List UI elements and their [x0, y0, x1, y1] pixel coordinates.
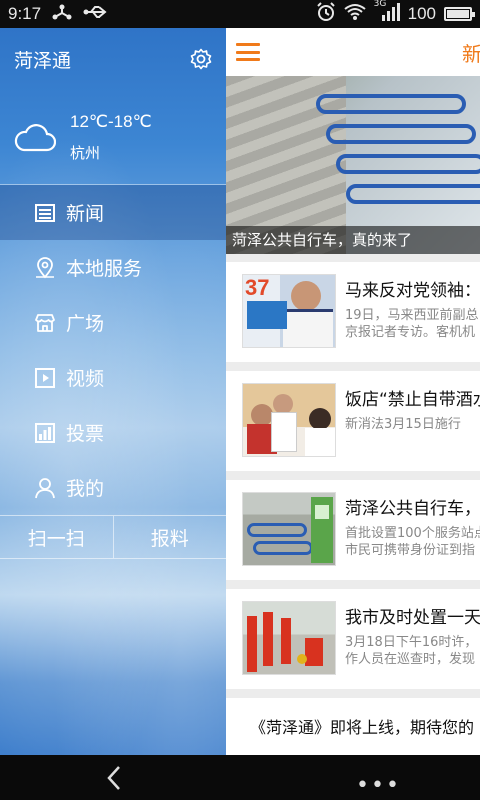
wifi-icon	[344, 3, 366, 26]
bar-chart-icon	[34, 422, 56, 444]
hero-caption: 菏泽公共自行车，真的来了	[226, 226, 480, 254]
menu-item-video[interactable]: 视频	[0, 350, 226, 405]
top-bar: 新闻	[226, 28, 480, 76]
more-icon[interactable]: •••	[356, 773, 401, 798]
share-icon	[51, 3, 73, 26]
page-title: 新闻	[462, 41, 480, 66]
navigation-drawer: 菏泽通 12℃-18℃ 杭州 新闻 本地服务 广场 视频 投票 我的 扫一扫 报…	[0, 28, 226, 755]
bike-shape	[336, 154, 480, 174]
drawer-actions: 扫一扫 报料	[0, 515, 226, 559]
menu-item-square[interactable]: 广场	[0, 295, 226, 350]
news-thumbnail	[242, 383, 336, 457]
menu-item-mine[interactable]: 我的	[0, 460, 226, 515]
news-title: 菏泽公共自行车，	[345, 499, 480, 519]
user-icon	[34, 477, 56, 499]
bike-shape	[326, 124, 476, 144]
drawer-menu: 新闻 本地服务 广场 视频 投票 我的	[0, 184, 226, 515]
menu-item-label: 视频	[66, 368, 105, 390]
battery-fill	[447, 10, 469, 18]
list-item[interactable]: 37 马来反对党领袖： 19日，马来西亚前副总 京报记者专访。客机机	[226, 262, 480, 362]
list-item[interactable]: 饭店“禁止自带酒水 新消法3月15日施行	[226, 371, 480, 471]
app-name: 菏泽通	[14, 49, 72, 72]
battery-percent: 100	[407, 4, 436, 23]
gear-icon[interactable]	[190, 48, 212, 70]
menu-item-label: 本地服务	[66, 258, 143, 280]
menu-item-news[interactable]: 新闻	[0, 185, 226, 240]
alarm-icon	[316, 1, 336, 27]
news-summary: 京报记者专访。客机机	[345, 325, 476, 340]
list-item[interactable]: 菏泽公共自行车， 首批设置100个服务站点 市民可携带身份证到指	[226, 480, 480, 580]
news-thumbnail: 37	[242, 274, 336, 348]
status-time: 9:17	[8, 4, 42, 23]
news-title: 饭店“禁止自带酒水	[345, 390, 480, 410]
news-summary: 市民可携带身份证到指	[345, 543, 476, 558]
network-type: 3G	[373, 0, 387, 9]
news-thumbnail	[242, 492, 336, 566]
menu-item-vote[interactable]: 投票	[0, 405, 226, 460]
back-icon[interactable]	[104, 765, 124, 791]
cloud-icon	[14, 122, 57, 152]
weather-city: 杭州	[70, 143, 101, 162]
bike-shape	[316, 94, 466, 114]
list-item[interactable]: 我市及时处置一天 3月18日下午16时许， 作人员在巡查时，发现	[226, 589, 480, 689]
report-button[interactable]: 报料	[114, 516, 227, 558]
news-icon	[34, 202, 56, 224]
news-summary: 首批设置100个服务站点	[345, 526, 480, 541]
system-nav-bar: •••	[0, 755, 480, 800]
news-summary: 19日，马来西亚前副总	[345, 308, 479, 323]
news-summary: 作人员在巡查时，发现	[345, 652, 476, 667]
status-bar: 9:17 3G 100	[0, 0, 480, 28]
news-thumbnail	[242, 601, 336, 675]
news-content: 新闻 菏泽公共自行车，真的来了 37 马来反对党领袖： 19日，马来西亚前副总 …	[226, 28, 480, 755]
hero-banner[interactable]: 菏泽公共自行车，真的来了	[226, 76, 480, 254]
weather-widget[interactable]: 12℃-18℃ 杭州	[0, 90, 226, 184]
battery-icon	[444, 7, 475, 21]
menu-item-label: 我的	[66, 478, 105, 500]
news-summary: 3月18日下午16时许，	[345, 635, 478, 650]
menu-item-label: 广场	[66, 313, 105, 335]
location-pin-icon	[34, 256, 56, 279]
temperature-range: 12℃-18℃	[70, 111, 152, 131]
news-title: 我市及时处置一天	[345, 608, 480, 628]
menu-icon[interactable]	[236, 43, 260, 61]
menu-item-label: 投票	[66, 423, 105, 445]
signal-icon: 3G	[373, 0, 400, 26]
play-icon	[34, 367, 56, 389]
scan-button[interactable]: 扫一扫	[0, 516, 114, 558]
bike-shape	[346, 184, 480, 204]
news-list: 37 马来反对党领袖： 19日，马来西亚前副总 京报记者专访。客机机 饭店“禁止…	[226, 254, 480, 755]
menu-item-label: 新闻	[66, 203, 105, 225]
drawer-header: 菏泽通	[0, 28, 226, 90]
menu-item-local-services[interactable]: 本地服务	[0, 240, 226, 295]
store-icon	[34, 312, 56, 334]
announcement-item[interactable]: 《菏泽通》即将上线，期待您的	[226, 698, 480, 755]
usb-icon	[83, 4, 109, 25]
news-title: 马来反对党领袖：	[345, 281, 480, 301]
news-summary: 新消法3月15日施行	[345, 417, 461, 432]
